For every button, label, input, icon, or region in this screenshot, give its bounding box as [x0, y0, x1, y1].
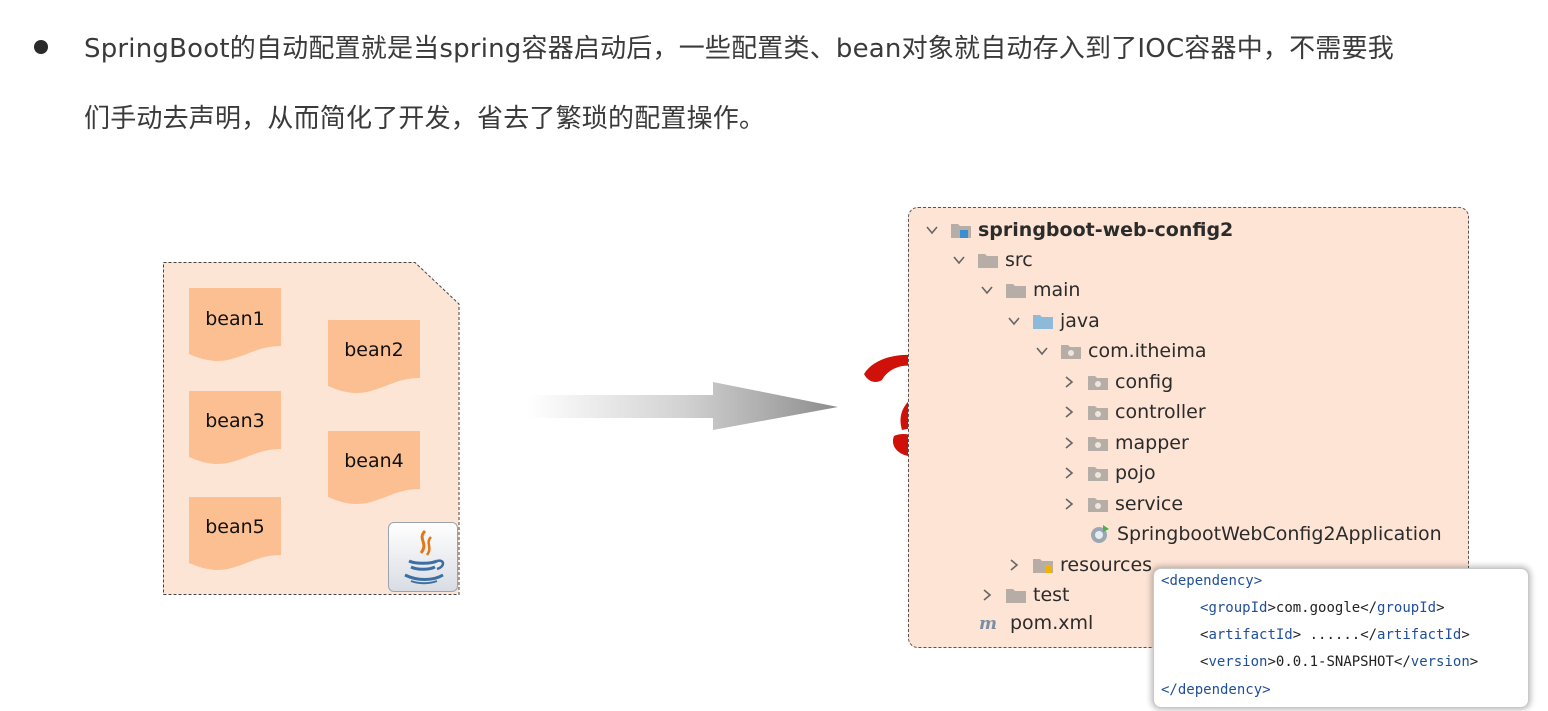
bean-label-2: bean2: [344, 339, 404, 361]
tree-label-test: test: [1033, 584, 1070, 606]
tree-label-app-class: SpringbootWebConfig2Application: [1117, 523, 1442, 545]
svg-text:m: m: [979, 614, 997, 632]
chevron-right-icon[interactable]: [1061, 404, 1077, 420]
chevron-right-icon[interactable]: [979, 587, 995, 603]
code-line-dependency-close: </dependency>: [1161, 682, 1271, 698]
tree-item-resources[interactable]: resources: [1006, 551, 1152, 579]
chevron-down-icon[interactable]: [924, 222, 940, 238]
source-folder-icon: [1033, 315, 1053, 329]
tree-item-service[interactable]: service: [1061, 490, 1183, 518]
tree-label-pojo: pojo: [1115, 462, 1156, 484]
chevron-down-icon[interactable]: [951, 252, 967, 268]
tree-label-service: service: [1115, 493, 1184, 515]
folder-icon: [978, 254, 998, 268]
chevron-right-icon[interactable]: [1061, 496, 1077, 512]
tree-item-java[interactable]: java: [1006, 307, 1100, 335]
package-icon: [1061, 345, 1081, 359]
tree-label-mapper: mapper: [1115, 432, 1189, 454]
chevron-right-icon[interactable]: [1006, 557, 1022, 573]
folder-icon: [1006, 284, 1026, 298]
code-line-groupid: <groupId>com.google</groupId>: [1200, 600, 1445, 616]
chevron-right-icon[interactable]: [1061, 465, 1077, 481]
chevron-right-icon[interactable]: [1061, 435, 1077, 451]
package-icon: [1088, 376, 1108, 390]
maven-icon: m: [979, 614, 997, 632]
tree-item-root[interactable]: springboot-web-config2: [924, 216, 1233, 244]
tree-label-pom: pom.xml: [1010, 612, 1094, 634]
bean-label-4: bean4: [344, 450, 404, 472]
code-line-artifactid: <artifactId> ......</artifactId>: [1200, 627, 1470, 643]
tree-item-main[interactable]: main: [979, 276, 1080, 304]
tree-label-root: springboot-web-config2: [978, 219, 1234, 241]
tree-item-app-class[interactable]: SpringbootWebConfig2Application: [1089, 520, 1442, 548]
bullet-point: [34, 40, 48, 54]
tree-item-pojo[interactable]: pojo: [1061, 459, 1156, 487]
tree-label-main: main: [1033, 279, 1081, 301]
java-coffee-icon: [388, 522, 458, 592]
tree-item-package[interactable]: com.itheima: [1034, 337, 1207, 365]
folder-icon: [1006, 589, 1026, 603]
package-icon: [1088, 467, 1108, 481]
bean-label-5: bean5: [205, 516, 265, 538]
tree-item-test[interactable]: test: [979, 581, 1070, 609]
tree-label-controller: controller: [1115, 401, 1206, 423]
gradient-arrow-icon: [528, 382, 838, 430]
code-line-version: <version>0.0.1-SNAPSHOT</version>: [1200, 654, 1479, 670]
chevron-down-icon[interactable]: [1034, 343, 1050, 359]
bean-label-3: bean3: [205, 410, 265, 432]
package-icon: [1088, 498, 1108, 512]
spring-boot-class-icon: [1091, 525, 1109, 543]
tree-label-resources: resources: [1060, 554, 1153, 576]
tree-label-src: src: [1005, 249, 1033, 271]
tree-item-config[interactable]: config: [1061, 368, 1173, 396]
chevron-right-icon[interactable]: [1061, 374, 1077, 390]
tree-item-pom[interactable]: m pom.xml: [978, 609, 1093, 637]
paragraph-line-2: 们手动去声明，从而简化了开发，省去了繁琐的配置操作。: [84, 104, 766, 134]
chevron-down-icon[interactable]: [1006, 313, 1022, 329]
tree-label-java: java: [1060, 310, 1100, 332]
paragraph-line-1: SpringBoot的自动配置就是当spring容器启动后，一些配置类、bean…: [84, 34, 1394, 64]
tree-label-config: config: [1115, 371, 1174, 393]
bean-label-1: bean1: [205, 308, 265, 330]
package-icon: [1088, 406, 1108, 420]
dependency-code-snippet: <dependency> <groupId>com.google</groupI…: [1153, 568, 1529, 708]
tree-item-src[interactable]: src: [951, 246, 1033, 274]
package-icon: [1088, 437, 1108, 451]
module-folder-icon: [951, 224, 971, 238]
chevron-down-icon[interactable]: [979, 282, 995, 298]
tree-item-mapper[interactable]: mapper: [1061, 429, 1189, 457]
resources-folder-icon: [1033, 559, 1053, 573]
tree-item-controller[interactable]: controller: [1061, 398, 1206, 426]
tree-label-package: com.itheima: [1088, 340, 1207, 362]
code-line-dependency-open: <dependency>: [1161, 573, 1263, 589]
